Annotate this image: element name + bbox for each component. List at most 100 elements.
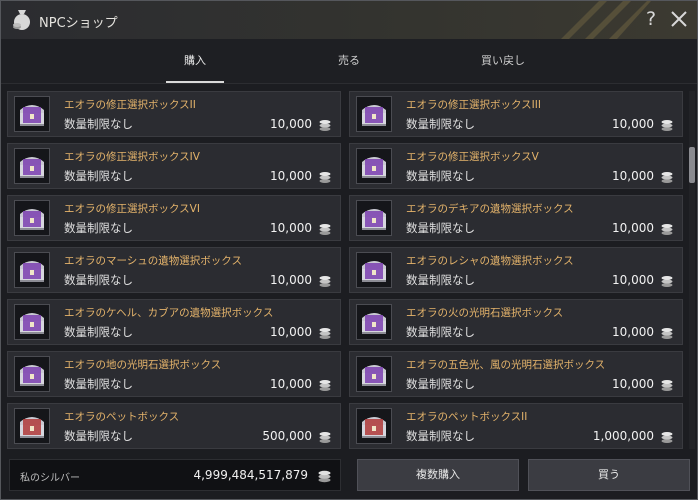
- item-name: エオラの火の光明石選択ボックス: [406, 307, 564, 319]
- shop-item[interactable]: エオラの修正選択ボックスII 数量制限なし 10,000: [7, 91, 341, 137]
- active-tab-indicator: [166, 81, 224, 83]
- item-thumbnail: [14, 200, 50, 236]
- item-name: エオラの修正選択ボックスIV: [64, 151, 200, 163]
- item-price: 10,000: [270, 273, 312, 287]
- buy-button[interactable]: 買う: [528, 459, 690, 491]
- item-price: 10,000: [270, 325, 312, 339]
- scrollbar-thumb[interactable]: [689, 147, 695, 183]
- purple-chest-icon: [20, 209, 44, 230]
- silver-coin-icon: [319, 276, 331, 287]
- item-limit: 数量制限なし: [64, 273, 133, 287]
- item-thumbnail: [356, 148, 392, 184]
- shop-item[interactable]: エオラのマーシュの遺物選択ボックス 数量制限なし 10,000: [7, 247, 341, 293]
- shop-item[interactable]: エオラのペットボックスII 数量制限なし 1,000,000: [349, 403, 683, 449]
- tab-buy[interactable]: 購入: [135, 39, 255, 83]
- item-price: 10,000: [270, 377, 312, 391]
- purple-chest-icon: [20, 313, 44, 334]
- purple-chest-icon: [20, 105, 44, 126]
- item-limit: 数量制限なし: [406, 325, 475, 339]
- shop-item[interactable]: エオラの修正選択ボックスIV 数量制限なし 10,000: [7, 143, 341, 189]
- help-button[interactable]: ?: [641, 8, 661, 30]
- item-price: 10,000: [612, 221, 654, 235]
- item-name: エオラのレシャの遺物選択ボックス: [406, 255, 574, 267]
- shop-item[interactable]: エオラの修正選択ボックスVI 数量制限なし 10,000: [7, 195, 341, 241]
- item-limit: 数量制限なし: [64, 377, 133, 391]
- item-limit: 数量制限なし: [406, 117, 475, 131]
- item-price: 10,000: [270, 221, 312, 235]
- shop-item[interactable]: エオラの地の光明石選択ボックス 数量制限なし 10,000: [7, 351, 341, 397]
- purple-chest-icon: [362, 157, 386, 178]
- item-limit: 数量制限なし: [64, 429, 133, 443]
- item-name: エオラのペットボックス: [64, 411, 180, 423]
- item-thumbnail: [356, 356, 392, 392]
- scrollbar[interactable]: [689, 91, 695, 449]
- item-name: エオラの地の光明石選択ボックス: [64, 359, 222, 371]
- shop-item[interactable]: エオラの五色光、風の光明石選択ボックス 数量制限なし 10,000: [349, 351, 683, 397]
- silver-label: 私のシルバー: [20, 473, 80, 484]
- item-limit: 数量制限なし: [406, 429, 475, 443]
- purple-chest-icon: [20, 261, 44, 282]
- shop-item[interactable]: エオラのデキアの遺物選択ボックス 数量制限なし 10,000: [349, 195, 683, 241]
- silver-coin-icon: [661, 276, 673, 287]
- item-thumbnail: [14, 148, 50, 184]
- item-price: 10,000: [270, 117, 312, 131]
- item-thumbnail: [356, 252, 392, 288]
- item-name: エオラの修正選択ボックスII: [64, 99, 196, 111]
- silver-coin-icon: [319, 224, 331, 235]
- item-thumbnail: [356, 304, 392, 340]
- item-list: エオラの修正選択ボックスII 数量制限なし 10,000 エオラの修正選択ボックスII…: [7, 91, 685, 449]
- silver-coin-icon: [319, 380, 331, 391]
- tab-sell[interactable]: 売る: [289, 39, 409, 83]
- item-name: エオラのデキアの遺物選択ボックス: [406, 203, 574, 215]
- shop-item[interactable]: エオラの火の光明石選択ボックス 数量制限なし 10,000: [349, 299, 683, 345]
- shop-item[interactable]: エオラの修正選択ボックスV 数量制限なし 10,000: [349, 143, 683, 189]
- item-thumbnail: [14, 304, 50, 340]
- shop-item[interactable]: エオラのペットボックス 数量制限なし 500,000: [7, 403, 341, 449]
- item-thumbnail: [356, 200, 392, 236]
- item-thumbnail: [14, 356, 50, 392]
- item-limit: 数量制限なし: [406, 169, 475, 183]
- item-limit: 数量制限なし: [406, 221, 475, 235]
- red-chest-icon: [20, 417, 44, 438]
- purple-chest-icon: [20, 157, 44, 178]
- item-price: 1,000,000: [592, 429, 654, 443]
- red-chest-icon: [362, 417, 386, 438]
- tab-bar: 購入 売る 買い戻し: [1, 39, 697, 84]
- item-name: エオラの修正選択ボックスIII: [406, 99, 541, 111]
- silver-coin-icon: [661, 432, 673, 443]
- purple-chest-icon: [362, 105, 386, 126]
- bulk-buy-button[interactable]: 複数購入: [357, 459, 519, 491]
- money-bag-icon: [13, 10, 30, 30]
- item-name: エオラのケヘル、カブアの遺物選択ボックス: [64, 307, 274, 319]
- silver-coin-icon: [661, 120, 673, 131]
- close-icon[interactable]: [668, 8, 690, 30]
- purple-chest-icon: [362, 209, 386, 230]
- item-price: 10,000: [612, 169, 654, 183]
- title-bar[interactable]: NPCショップ ?: [1, 1, 697, 39]
- shop-item[interactable]: エオラのレシャの遺物選択ボックス 数量制限なし 10,000: [349, 247, 683, 293]
- purple-chest-icon: [362, 261, 386, 282]
- silver-coin-icon: [661, 172, 673, 183]
- item-thumbnail: [14, 96, 50, 132]
- tab-buyback[interactable]: 買い戻し: [443, 39, 563, 83]
- item-name: エオラの五色光、風の光明石選択ボックス: [406, 359, 606, 371]
- footer-bar: 私のシルバー 4,999,484,517,879 複数購入 買う: [1, 453, 697, 499]
- silver-coin-icon: [661, 224, 673, 235]
- silver-coin-icon: [319, 432, 331, 443]
- silver-coin-icon: [319, 120, 331, 131]
- item-name: エオラのマーシュの遺物選択ボックス: [64, 255, 242, 267]
- item-price: 10,000: [612, 325, 654, 339]
- shop-item[interactable]: エオラの修正選択ボックスIII 数量制限なし 10,000: [349, 91, 683, 137]
- shop-item[interactable]: エオラのケヘル、カブアの遺物選択ボックス 数量制限なし 10,000: [7, 299, 341, 345]
- item-limit: 数量制限なし: [64, 169, 133, 183]
- silver-coin-icon: [661, 328, 673, 339]
- purple-chest-icon: [362, 365, 386, 386]
- item-limit: 数量制限なし: [406, 273, 475, 287]
- npc-shop-window: NPCショップ ? 購入 売る 買い戻し エオラの修正選択ボックスII 数量制限な…: [0, 0, 698, 500]
- item-price: 10,000: [270, 169, 312, 183]
- item-limit: 数量制限なし: [406, 377, 475, 391]
- purple-chest-icon: [20, 365, 44, 386]
- item-limit: 数量制限なし: [64, 221, 133, 235]
- item-thumbnail: [14, 408, 50, 444]
- window-title: NPCショップ: [39, 16, 118, 31]
